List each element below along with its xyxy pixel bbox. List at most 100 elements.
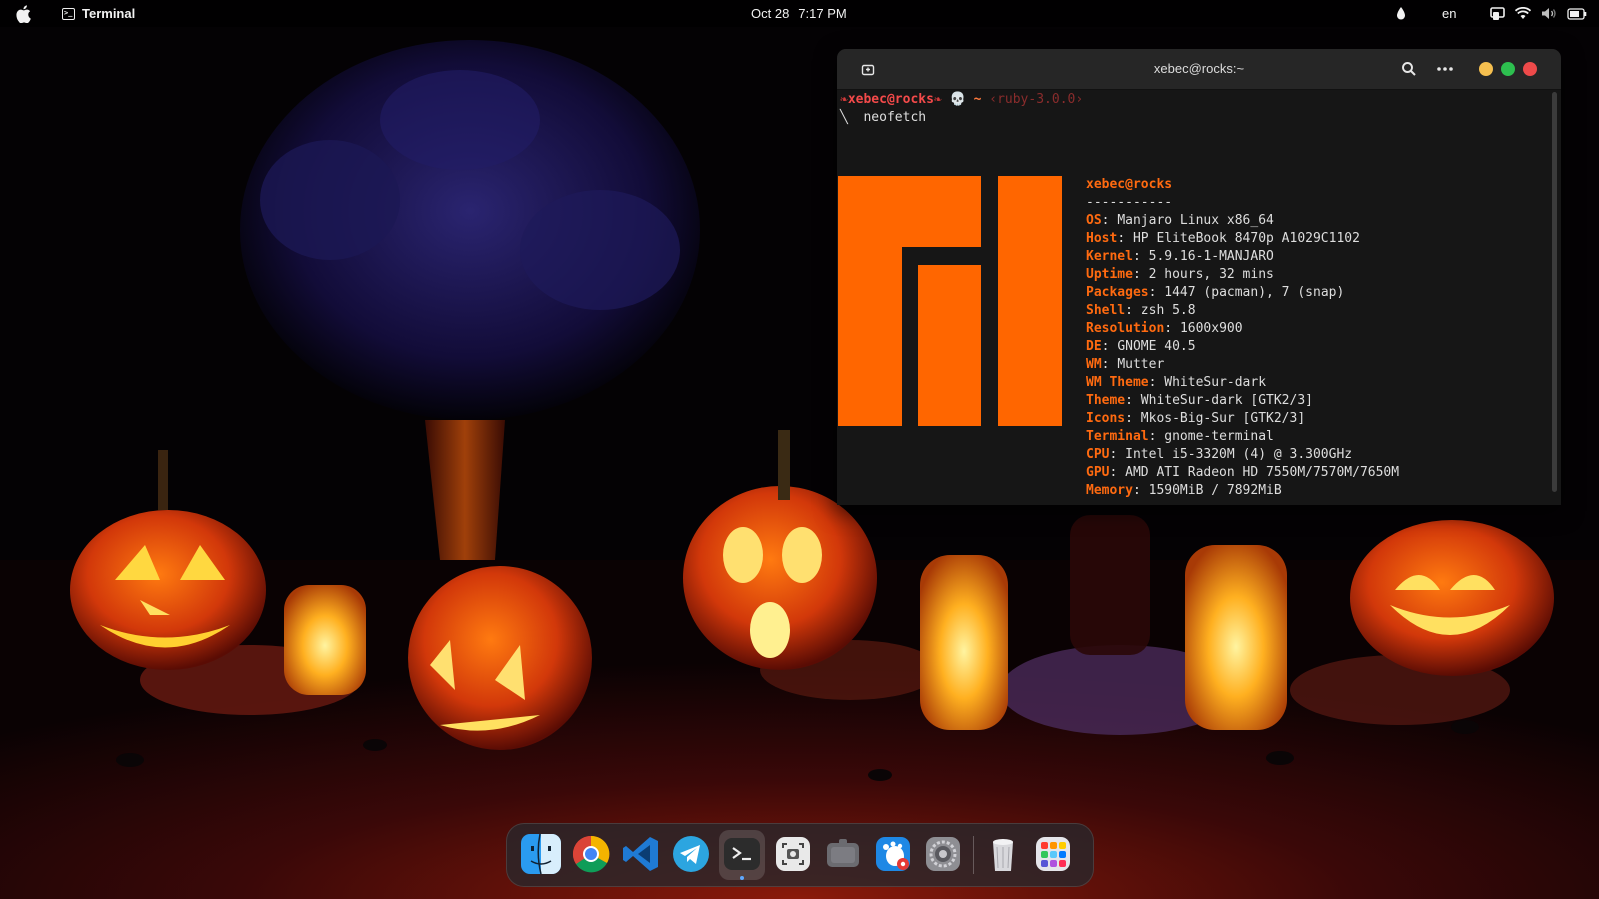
info-colon: : [1148, 429, 1165, 444]
info-colon: : [1132, 267, 1149, 282]
info-separator: ----------- [1086, 195, 1173, 210]
app-grid-icon [1036, 837, 1070, 871]
info-key: Icons [1086, 411, 1126, 426]
clock-time: 7:17 PM [798, 6, 847, 21]
dock-item-chrome[interactable] [571, 834, 611, 874]
dock-item-settings[interactable] [923, 834, 963, 874]
info-key: Host [1086, 231, 1118, 246]
new-tab-button[interactable] [860, 62, 876, 78]
info-value: WhiteSur-dark [1164, 375, 1267, 390]
prompt-ruby-version: ‹ruby-3.0.0› [989, 92, 1084, 107]
dock-item-telegram[interactable] [671, 834, 711, 874]
prompt-directory: ~ [973, 92, 982, 107]
info-line: WM: Mutter [1086, 356, 1546, 374]
info-line: OS: Manjaro Linux x86_64 [1086, 212, 1546, 230]
info-key: OS [1086, 213, 1102, 228]
more-icon [1437, 67, 1453, 71]
info-key: Theme [1086, 393, 1126, 408]
info-colon: : [1117, 231, 1133, 246]
info-line: Memory: 1590MiB / 7892MiB [1086, 482, 1546, 500]
minimize-button[interactable] [1479, 62, 1493, 76]
clock[interactable]: Oct 28 7:17 PM [751, 0, 847, 27]
info-line: Icons: Mkos-Big-Sur [GTK2/3] [1086, 410, 1546, 428]
skull-icon: 💀 [949, 92, 966, 107]
info-key: DE [1086, 339, 1102, 354]
battery-icon[interactable] [1567, 7, 1587, 20]
info-colon: : [1148, 285, 1165, 300]
info-line: Resolution: 1600x900 [1086, 320, 1546, 338]
scrollbar[interactable] [1552, 92, 1557, 492]
extensions-icon [827, 839, 859, 867]
info-colon: : [1101, 357, 1118, 372]
info-value: WhiteSur-dark [GTK2/3] [1140, 393, 1313, 408]
info-value: Mutter [1117, 357, 1165, 372]
notification-drop-icon[interactable] [1396, 0, 1406, 27]
info-line: Packages: 1447 (pacman), 7 (snap) [1086, 284, 1546, 302]
info-line: Host: HP EliteBook 8470p A1029C1102 [1086, 230, 1546, 248]
info-line: Kernel: 5.9.16-1-MANJARO [1086, 248, 1546, 266]
settings-icon [926, 837, 960, 871]
info-key: WM Theme [1086, 375, 1149, 390]
dock-item-screenshot[interactable] [773, 834, 813, 874]
info-colon: : [1148, 375, 1165, 390]
dock-item-gnome-tweaks[interactable] [873, 834, 913, 874]
gnome-tweaks-icon [876, 837, 910, 871]
info-value: Manjaro Linux x86_64 [1117, 213, 1274, 228]
app-menu[interactable]: >_ Terminal [62, 0, 135, 27]
language-indicator[interactable]: en [1442, 0, 1456, 27]
info-key: Kernel [1086, 249, 1133, 264]
dock-separator [973, 836, 974, 874]
new-tab-icon [861, 64, 875, 76]
command-text: neofetch [863, 110, 927, 125]
volume-icon[interactable] [1541, 7, 1557, 20]
info-key: Terminal [1086, 429, 1149, 444]
info-line: Shell: zsh 5.8 [1086, 302, 1546, 320]
telegram-icon [673, 836, 709, 872]
search-button[interactable] [1400, 60, 1418, 78]
info-colon: : [1125, 393, 1141, 408]
app-menu-label: Terminal [82, 6, 136, 21]
dock-item-trash[interactable] [983, 834, 1023, 874]
info-colon: : [1125, 411, 1141, 426]
info-key: Uptime [1086, 267, 1133, 282]
dock-item-vscode[interactable] [621, 834, 661, 874]
info-key: Resolution [1086, 321, 1165, 336]
system-tray[interactable] [1490, 0, 1587, 27]
screenshot-icon [776, 837, 810, 871]
dock-item-app-grid[interactable] [1033, 834, 1073, 874]
dock-item-finder[interactable] [521, 833, 561, 875]
terminal-window[interactable]: xebec@rocks:~ ❧xebec@rocks❧ 💀 ~ ‹ruby-3.… [837, 49, 1561, 505]
terminal-titlebar[interactable]: xebec@rocks:~ [837, 49, 1561, 90]
info-line: Uptime: 2 hours, 32 mins [1086, 266, 1546, 284]
terminal-icon [724, 838, 760, 870]
screen-mirror-icon[interactable] [1490, 6, 1505, 21]
close-button[interactable] [1523, 62, 1537, 76]
info-colon: : [1109, 447, 1126, 462]
trash-icon [993, 839, 1013, 871]
info-key: Memory [1086, 483, 1133, 498]
dock-item-terminal[interactable] [719, 830, 765, 880]
rose-icon: ❧ [933, 92, 942, 107]
info-line: CPU: Intel i5-3320M (4) @ 3.300GHz [1086, 446, 1546, 464]
clock-date: Oct 28 [751, 6, 790, 21]
maximize-button[interactable] [1501, 62, 1515, 76]
info-value: Intel i5-3320M (4) @ 3.300GHz [1125, 447, 1353, 462]
apple-icon[interactable] [12, 0, 34, 27]
rose-icon: ❧ [840, 92, 848, 107]
wand-icon: ╲ [840, 110, 848, 125]
prompt-user: xebec@rocks [847, 92, 934, 107]
dock [506, 823, 1094, 887]
info-colon: : [1132, 483, 1149, 498]
active-indicator [740, 876, 744, 880]
wifi-icon[interactable] [1515, 7, 1531, 20]
menu-button[interactable] [1435, 60, 1455, 78]
search-icon [1402, 62, 1416, 76]
shell-prompt: ❧xebec@rocks❧ 💀 ~ ‹ruby-3.0.0› [840, 91, 1083, 109]
info-key: Packages [1086, 285, 1149, 300]
info-value: zsh 5.8 [1140, 303, 1196, 318]
info-value: 5.9.16-1-MANJARO [1148, 249, 1274, 264]
command-line: ╲ neofetch [840, 109, 926, 127]
dock-item-extensions[interactable] [823, 834, 863, 874]
terminal-content[interactable]: ❧xebec@rocks❧ 💀 ~ ‹ruby-3.0.0› ╲ neofetc… [837, 90, 1547, 505]
system-info: xebec@rocks ----------- OS: Manjaro Linu… [1086, 176, 1546, 500]
